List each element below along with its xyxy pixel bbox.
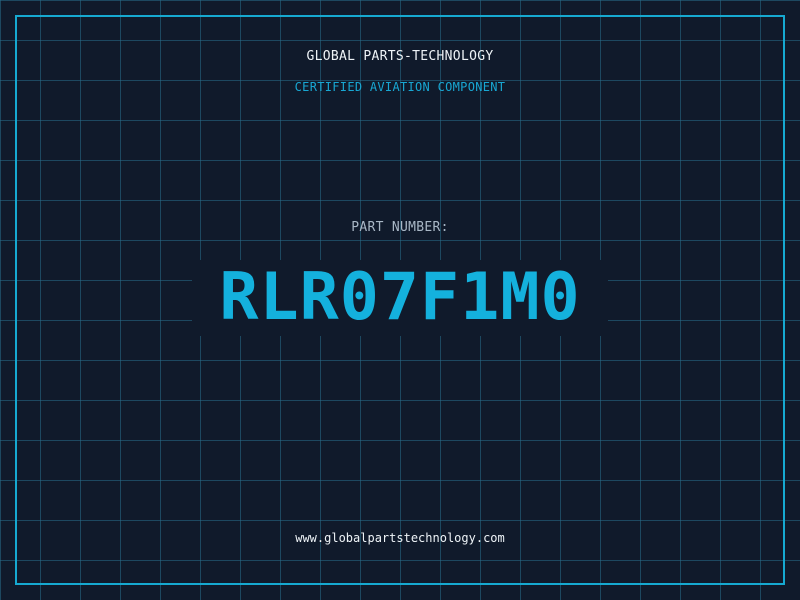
part-number-card: GLOBAL PARTS-TECHNOLOGY CERTIFIED AVIATI… xyxy=(0,0,800,600)
part-number-label: PART NUMBER: xyxy=(351,220,449,235)
website-url: www.globalpartstechnology.com xyxy=(295,531,505,545)
company-name: GLOBAL PARTS-TECHNOLOGY xyxy=(306,49,494,64)
part-number-value: RLR07F1M0 xyxy=(219,260,581,335)
certification-subtitle: CERTIFIED AVIATION COMPONENT xyxy=(294,80,506,94)
